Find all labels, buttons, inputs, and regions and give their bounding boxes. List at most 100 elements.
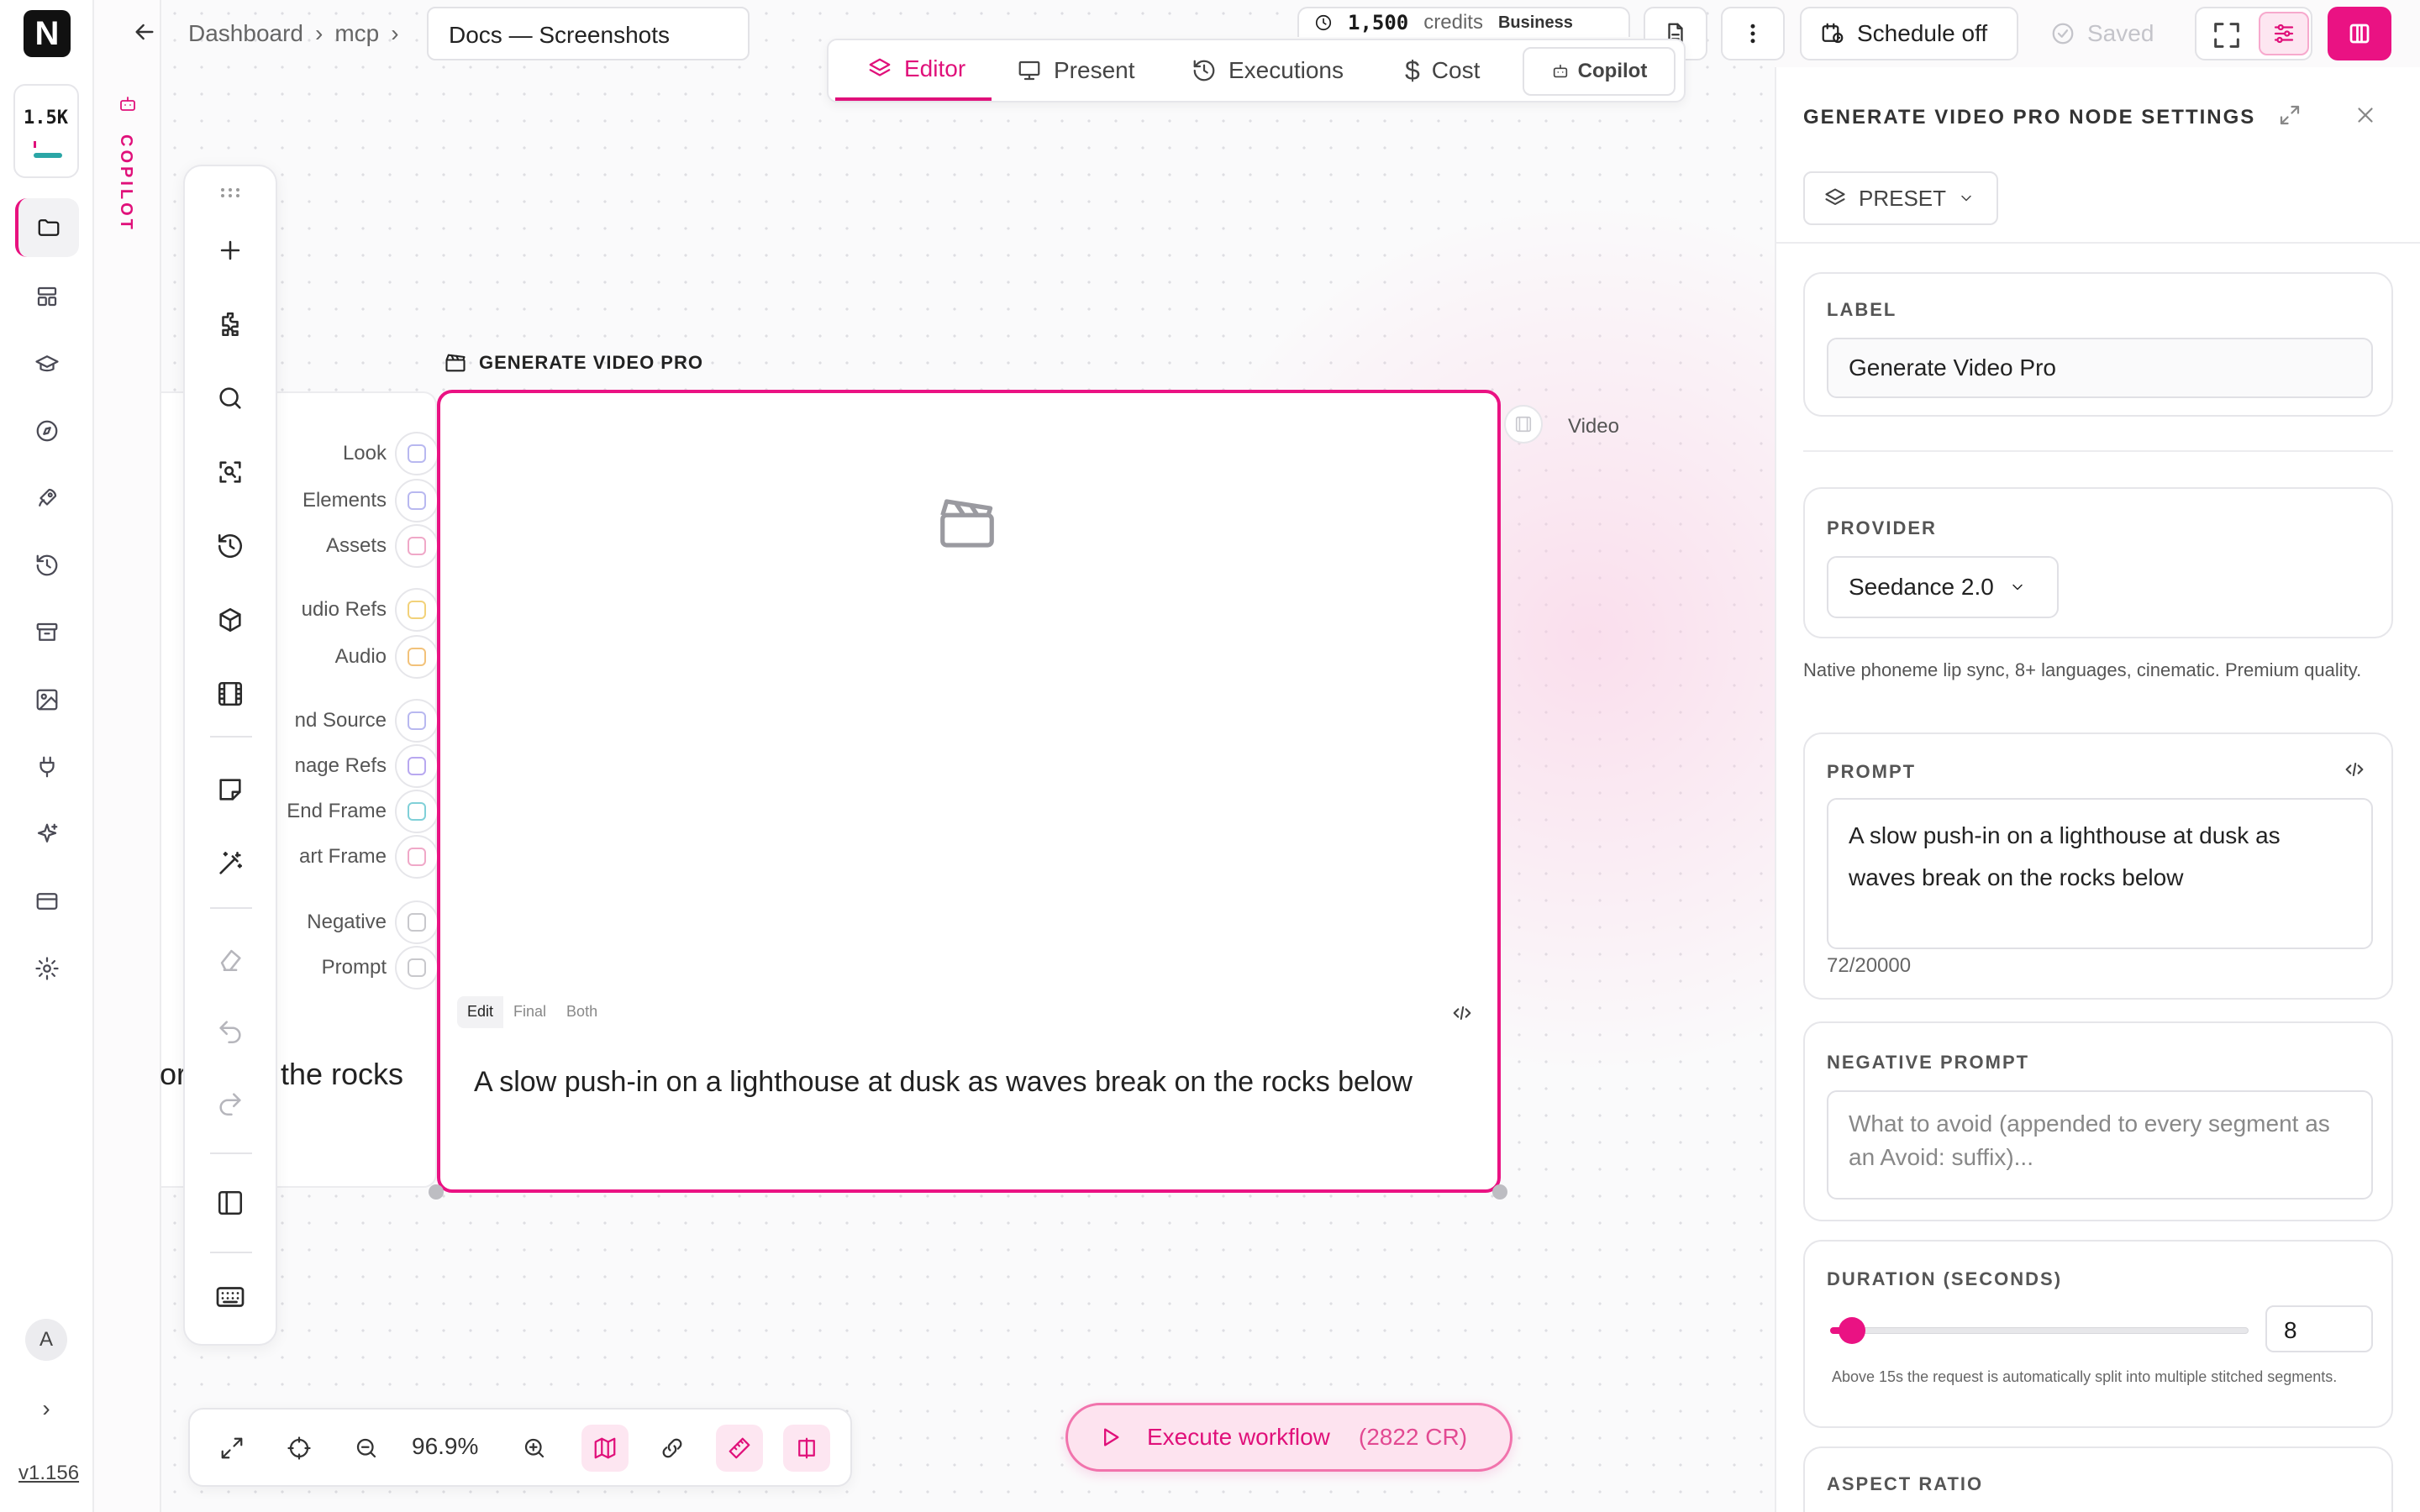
code-icon[interactable] [2343,758,2366,781]
input-port-icon[interactable] [395,479,439,522]
schedule-button[interactable]: Schedule off [1800,7,2018,60]
negative-prompt-textarea[interactable]: What to avoid (appended to every segment… [1827,1090,2373,1200]
crosshair-icon[interactable] [276,1425,323,1472]
sparkles-icon[interactable] [15,805,79,864]
node-settings-panel: GENERATE VIDEO PRO NODE SETTINGS PRESET … [1775,67,2420,1512]
drag-handle-icon[interactable] [208,180,252,205]
graduation-cap-icon[interactable] [15,334,79,393]
zoom-out-icon[interactable] [343,1425,390,1472]
ruler-icon[interactable] [716,1425,763,1472]
puzzle-icon[interactable] [208,302,252,346]
tab-cost[interactable]: $ Cost [1405,40,1480,101]
duration-heading: DURATION (SECONDS) [1827,1268,2063,1289]
input-port-icon[interactable] [395,946,439,990]
settings-gear-icon[interactable] [15,939,79,998]
negative-prompt-card: NEGATIVE PROMPT What to avoid (appended … [1803,1021,2393,1221]
node-tab-both[interactable]: Both [556,996,608,1028]
duration-slider-track[interactable] [1830,1327,2249,1334]
image-gallery-icon[interactable] [15,670,79,729]
credits-widget[interactable]: 1.5K [13,84,79,178]
scan-search-icon[interactable] [208,450,252,494]
cube-icon[interactable] [208,598,252,642]
input-port-icon[interactable] [395,835,439,879]
maximize-icon[interactable] [2277,102,2302,128]
minimap-icon[interactable] [581,1425,629,1472]
text-cursor-icon[interactable] [783,1425,830,1472]
copilot-strip[interactable]: COPILOT [94,0,161,1512]
credit-card-icon[interactable] [15,872,79,931]
input-port-icon[interactable] [395,524,439,568]
close-icon[interactable] [2353,102,2378,128]
tab-present[interactable]: Present [1017,40,1135,101]
provider-description: Native phoneme lip sync, 8+ languages, c… [1803,659,2362,680]
execute-cost: (2822 CR) [1358,1424,1468,1450]
film-icon[interactable] [208,672,252,716]
rocket-icon[interactable] [15,469,79,528]
provider-value: Seedance 2.0 [1849,574,1994,600]
node-tab-edit[interactable]: Edit [457,996,504,1028]
input-port-icon[interactable] [395,790,439,833]
folder-icon[interactable] [15,198,79,257]
document-title-input[interactable]: Docs — Screenshots [427,7,750,60]
port-type-icon [408,444,426,463]
undo-icon[interactable] [208,1010,252,1053]
input-port-icon[interactable] [395,635,439,679]
input-port-icon[interactable] [395,588,439,632]
search-icon[interactable] [208,376,252,420]
tab-executions[interactable]: Executions [1192,40,1344,101]
node-prompt-text[interactable]: A slow push-in on a lighthouse at dusk a… [474,1055,1449,1109]
preset-dropdown[interactable]: PRESET [1803,171,1998,225]
tab-editor[interactable]: Editor [835,40,992,101]
app-logo[interactable]: N [24,10,71,57]
output-label: Video [1568,415,1619,438]
duration-input[interactable]: 8 [2265,1305,2373,1352]
compass-icon[interactable] [15,402,79,460]
back-arrow-icon[interactable] [131,18,165,52]
zoom-in-icon[interactable] [511,1425,558,1472]
credits-indicator[interactable]: 1,500 credits Business [1297,7,1630,37]
plus-icon[interactable] [208,228,252,272]
input-port-icon[interactable] [395,900,439,944]
archive-icon[interactable] [15,603,79,662]
clapperboard-icon [934,491,1000,556]
plug-icon[interactable] [15,738,79,796]
keyboard-icon[interactable] [208,1275,252,1319]
breadcrumb-dashboard[interactable]: Dashboard [188,20,303,47]
panel-layout-icon[interactable] [2328,7,2391,60]
more-vertical-icon[interactable] [1721,7,1785,60]
node-tab-final[interactable]: Final [503,996,556,1028]
code-icon[interactable] [1450,1001,1474,1025]
resize-handle[interactable] [429,1184,444,1200]
sidebar-toggle-icon[interactable] [208,1181,252,1225]
saved-status: Saved [2032,7,2191,60]
node-header[interactable]: GENERATE VIDEO PRO [444,351,703,375]
link-routing-icon[interactable] [649,1425,696,1472]
history-icon[interactable] [15,536,79,595]
provider-select[interactable]: Seedance 2.0 [1827,556,2059,618]
input-port-icon[interactable] [395,744,439,788]
layout-icon[interactable] [15,267,79,326]
port-type-icon [408,648,426,666]
magic-wand-icon[interactable] [208,842,252,885]
output-port-video[interactable] [1504,405,1543,444]
eraser-icon[interactable] [208,937,252,981]
history-icon[interactable] [208,524,252,568]
user-avatar[interactable]: A [25,1319,67,1361]
label-input[interactable]: Generate Video Pro [1827,338,2373,398]
resize-handle[interactable] [1492,1184,1507,1200]
breadcrumb-mcp[interactable]: mcp [334,20,379,47]
sticky-note-icon[interactable] [208,768,252,811]
execute-workflow-button[interactable]: Execute workflow (2822 CR) [1065,1403,1512,1472]
input-port-icon[interactable] [395,699,439,743]
redo-icon[interactable] [208,1082,252,1126]
duration-slider-handle[interactable] [1838,1317,1865,1344]
prompt-textarea[interactable]: A slow push-in on a lighthouse at dusk a… [1827,798,2373,949]
input-port-icon[interactable] [395,432,439,475]
chevron-right-icon[interactable]: › [32,1394,60,1423]
copilot-button[interactable]: Copilot [1523,47,1676,96]
expand-icon[interactable] [208,1425,255,1472]
version-link[interactable]: v1.156 [18,1462,79,1485]
prompt-char-count: 72/20000 [1827,954,1912,977]
fullscreen-icon[interactable] [2210,18,2244,52]
sliders-icon[interactable] [2259,12,2309,55]
